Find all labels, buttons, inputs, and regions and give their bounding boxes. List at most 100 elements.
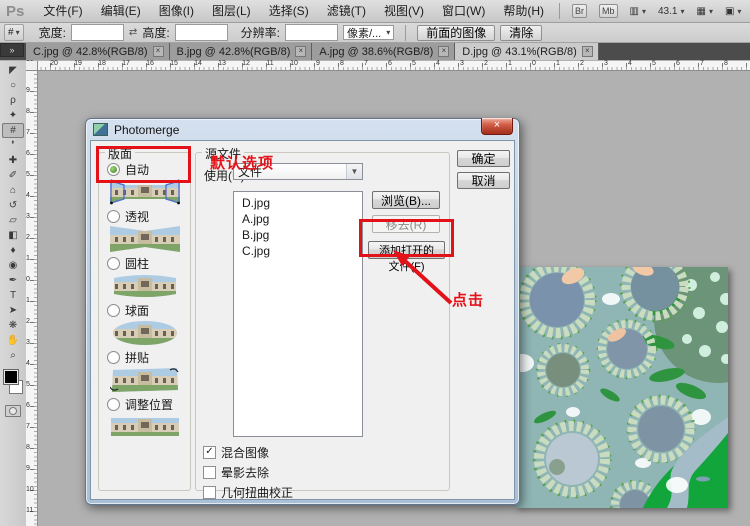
close-tab-icon[interactable]: × — [153, 46, 164, 57]
foreground-color-swatch[interactable] — [3, 369, 19, 385]
zoom-level-glyph: 43.1 — [658, 6, 677, 17]
healing-brush-tool-icon[interactable]: ✚ — [1, 153, 25, 168]
layout-option-radio-row[interactable]: 拼贴 — [99, 350, 190, 365]
move-tool-icon[interactable]: ◤ — [1, 63, 25, 78]
ruler-number: 6 — [26, 402, 30, 409]
screen-mode-icon[interactable]: ▣▾ — [725, 4, 741, 18]
cancel-button[interactable]: 取消 — [457, 172, 510, 189]
zoom-tool-icon[interactable]: ⌕ — [1, 348, 25, 363]
menu-item[interactable]: 选择(S) — [260, 4, 318, 18]
document-tab[interactable]: C.jpg @ 42.8%(RGB/8)× — [26, 43, 170, 60]
quick-mask-icon[interactable] — [5, 405, 21, 417]
ok-button[interactable]: 确定 — [457, 150, 510, 167]
divider — [559, 3, 560, 19]
document-tab[interactable]: A.jpg @ 38.6%(RGB/8)× — [312, 43, 455, 60]
close-tab-icon[interactable]: × — [295, 46, 306, 57]
dialog-title-bar[interactable]: Photomerge — [86, 119, 519, 140]
zoom-level[interactable]: 43.1▾ — [658, 4, 684, 18]
arrange-documents-icon[interactable]: ▦▾ — [696, 4, 712, 18]
ruler-number: 8 — [26, 444, 30, 451]
file-list[interactable]: D.jpgA.jpgB.jpgC.jpg — [233, 191, 363, 437]
hand-tool-icon[interactable]: ✋ — [1, 333, 25, 348]
dodge-tool-icon[interactable]: ◉ — [1, 258, 25, 273]
clone-stamp-tool-icon[interactable]: ⌂ — [1, 183, 25, 198]
layout-option-radio-row[interactable]: 球面 — [99, 303, 190, 318]
menu-item[interactable]: 文件(F) — [34, 4, 91, 18]
checkbox-box[interactable] — [203, 486, 216, 499]
document-tabs: C.jpg @ 42.8%(RGB/8)×B.jpg @ 42.8%(RGB/8… — [26, 43, 599, 60]
document-tab[interactable]: B.jpg @ 42.8%(RGB/8)× — [170, 43, 313, 60]
brush-tool-icon[interactable]: ✐ — [1, 168, 25, 183]
file-list-item[interactable]: C.jpg — [234, 243, 362, 259]
checkbox-blend-images[interactable]: ✓混合图像 — [203, 444, 269, 461]
launch-mini-bridge-icon[interactable]: Mb — [599, 4, 618, 18]
height-input[interactable] — [175, 24, 228, 41]
close-button[interactable]: × — [481, 118, 513, 135]
menu-item[interactable]: 窗口(W) — [433, 4, 494, 18]
radio-button[interactable] — [107, 210, 120, 223]
file-list-item[interactable]: D.jpg — [234, 195, 362, 211]
path-selection-tool-icon[interactable]: ➤ — [1, 303, 25, 318]
checkbox-box[interactable]: ✓ — [203, 446, 216, 459]
history-brush-tool-icon[interactable]: ↺ — [1, 198, 25, 213]
menu-item[interactable]: 滤镜(T) — [318, 4, 375, 18]
tool-list: ◤○ρ✦#❜✚✐⌂↺▱◧♦◉✒T➤❋✋⌕ — [0, 61, 26, 363]
marquee-tool-icon[interactable]: ○ — [1, 78, 25, 93]
crop-tool-icon[interactable]: # — [2, 123, 24, 138]
blur-tool-icon[interactable]: ♦ — [1, 243, 25, 258]
radio-button[interactable] — [107, 304, 120, 317]
document-image[interactable] — [515, 267, 728, 508]
ruler-number: 1 — [556, 60, 560, 67]
close-tab-icon[interactable]: × — [582, 46, 593, 57]
radio-button[interactable] — [107, 351, 120, 364]
document-tab[interactable]: D.jpg @ 43.1%(RGB/8)× — [455, 43, 599, 60]
ruler-number: 5 — [26, 171, 30, 178]
file-list-item[interactable]: A.jpg — [234, 211, 362, 227]
view-extras-icon[interactable]: ▥▾ — [630, 4, 646, 18]
menu-item[interactable]: 编辑(E) — [92, 4, 150, 18]
file-list-item[interactable]: B.jpg — [234, 227, 362, 243]
menu-item[interactable]: 图层(L) — [203, 4, 260, 18]
browse-button[interactable]: 浏览(B)... — [372, 191, 440, 209]
custom-shape-tool-icon[interactable]: ❋ — [1, 318, 25, 333]
annotation-click: 点击 — [452, 289, 484, 310]
ruler-number: 19 — [74, 60, 82, 67]
layout-option-radio-row[interactable]: 圆柱 — [99, 256, 190, 271]
radio-button[interactable] — [107, 257, 120, 270]
menu-item[interactable]: 视图(V) — [375, 4, 433, 18]
checkbox-box[interactable] — [203, 466, 216, 479]
checkbox-geometric-distortion[interactable]: 几何扭曲校正 — [203, 484, 293, 501]
ruler-number: 4 — [26, 192, 30, 199]
checkbox-vignette-removal[interactable]: 晕影去除 — [203, 464, 269, 481]
layout-option-radio-row[interactable]: 调整位置 — [99, 397, 190, 412]
menu-item[interactable]: 图像(I) — [150, 4, 203, 18]
chevron-down-icon: ▾ — [386, 28, 390, 37]
launch-bridge-icon[interactable]: Br — [572, 4, 587, 18]
ruler-number: 20 — [50, 60, 58, 67]
width-input[interactable] — [71, 24, 124, 41]
collapse-panels-icon[interactable]: » — [0, 43, 24, 57]
crop-tool-preset[interactable]: # ▾ — [4, 24, 24, 41]
type-tool-icon[interactable]: T — [1, 288, 25, 303]
resolution-unit-select[interactable]: 像素/... ▾ — [343, 25, 394, 40]
quick-selection-tool-icon[interactable]: ✦ — [1, 108, 25, 123]
perspective-preview-image — [110, 226, 180, 252]
gradient-tool-icon[interactable]: ◧ — [1, 228, 25, 243]
layout-option-radio-row[interactable]: 透视 — [99, 209, 190, 224]
lasso-tool-icon[interactable]: ρ — [1, 93, 25, 108]
color-swatches — [0, 367, 26, 399]
layout-option-cylindrical: 圆柱 — [99, 256, 190, 303]
ruler-number: 3 — [26, 213, 30, 220]
resolution-input[interactable] — [285, 24, 338, 41]
swap-dimensions-icon[interactable]: ⇄ — [129, 27, 137, 38]
front-image-button[interactable]: 前面的图像 — [417, 25, 495, 41]
pen-tool-icon[interactable]: ✒ — [1, 273, 25, 288]
eraser-tool-icon[interactable]: ▱ — [1, 213, 25, 228]
source-files-group: 源文件 使用(U): 文件 ▼ D.jpgA.jpgB.jpgC.jpg 浏览(… — [195, 152, 450, 491]
width-label: 宽度: — [39, 24, 66, 41]
menu-item[interactable]: 帮助(H) — [494, 4, 553, 18]
close-tab-icon[interactable]: × — [438, 46, 449, 57]
clear-button[interactable]: 清除 — [500, 25, 542, 41]
eyedropper-tool-icon[interactable]: ❜ — [1, 138, 25, 153]
radio-button[interactable] — [107, 398, 120, 411]
